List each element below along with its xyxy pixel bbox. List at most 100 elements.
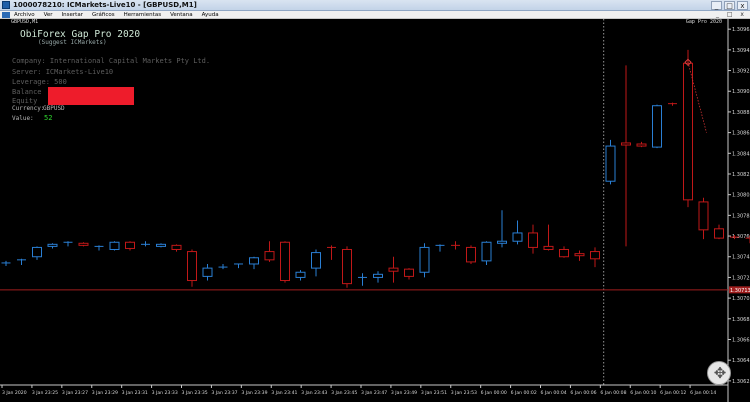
time-tick-label: 3 Jan 23:39 xyxy=(241,390,267,396)
price-tick-label: 1.30705 xyxy=(732,296,750,302)
price-tick-label: 1.30845 xyxy=(732,151,750,157)
window-title-bar[interactable]: 1000078210: ICMarkets-Live10 - [GBPUSD,M… xyxy=(0,0,750,11)
move-cross-icon: ✥ xyxy=(713,364,727,382)
chart-window-icon[interactable] xyxy=(2,11,10,18)
price-tick-label: 1.30785 xyxy=(732,213,750,219)
candle-body xyxy=(295,271,306,278)
candle-body xyxy=(109,241,120,250)
mdi-window-controls[interactable]: _ □ x xyxy=(716,11,747,19)
candle-body xyxy=(404,268,414,277)
menu-insertar[interactable]: Insertar xyxy=(62,11,83,19)
zoom-button[interactable]: ✥ xyxy=(707,361,731,385)
candle-body xyxy=(652,105,662,148)
candle-body xyxy=(621,142,631,146)
candle-body xyxy=(311,252,321,269)
candle-body xyxy=(342,248,352,285)
candle-body xyxy=(419,246,430,273)
menu-bar: Archivo Ver Insertar Gráficos Herramient… xyxy=(0,11,750,19)
candle-body xyxy=(171,244,182,250)
price-tick-label: 1.30885 xyxy=(732,110,750,116)
time-tick-label: 3 Jan 23:47 xyxy=(361,390,387,396)
menu-ayuda[interactable]: Ayuda xyxy=(202,11,219,19)
candle-body xyxy=(481,241,492,262)
candle-body xyxy=(264,251,275,261)
time-tick-label: 3 Jan 23:51 xyxy=(421,390,447,396)
price-tick-label: 1.30925 xyxy=(732,69,750,75)
price-tick-label: 1.30745 xyxy=(732,255,750,261)
candle-body xyxy=(156,243,166,247)
candle-body xyxy=(47,243,58,247)
candle-body xyxy=(714,228,724,239)
menu-herramientas[interactable]: Herramientas xyxy=(124,11,161,19)
price-tick-label: 1.30725 xyxy=(732,275,750,281)
time-tick-label: 6 Jan 00:12 xyxy=(660,390,686,396)
candle-body xyxy=(388,267,399,272)
price-tick-label: 1.30905 xyxy=(732,89,750,95)
price-tick-label: 1.30645 xyxy=(732,358,750,364)
time-tick-label: 6 Jan 00:02 xyxy=(511,390,537,396)
time-tick-label: 3 Jan 23:45 xyxy=(331,390,357,396)
window-title: 1000078210: ICMarkets-Live10 - [GBPUSD,M… xyxy=(13,1,197,9)
candle-body xyxy=(249,257,259,265)
candle-body xyxy=(125,241,135,249)
time-tick-label: 6 Jan 00:14 xyxy=(690,390,716,396)
candle-body xyxy=(466,246,476,263)
currency-label: Currency: xyxy=(12,105,45,112)
candle-body xyxy=(636,143,647,147)
candle-body xyxy=(497,240,507,244)
candle-body xyxy=(528,232,538,248)
menu-ventana[interactable]: Ventana xyxy=(170,11,193,19)
value-label: Value: xyxy=(12,115,34,122)
leverage-label: Leverage: 500 xyxy=(12,78,67,86)
price-tick-label: 1.30625 xyxy=(732,379,750,385)
time-tick-label: 6 Jan 00:08 xyxy=(600,390,626,396)
price-tick-label: 1.30665 xyxy=(732,337,750,343)
bid-price-label: 1.30713 xyxy=(730,288,750,294)
company-label: Company: International Capital Markets P… xyxy=(12,57,211,65)
time-tick-label: 3 Jan 23:29 xyxy=(92,390,118,396)
time-tick-label: 3 Jan 23:41 xyxy=(271,390,297,396)
price-tick-label: 1.30825 xyxy=(732,172,750,178)
menu-graficos[interactable]: Gráficos xyxy=(92,11,115,19)
price-tick-label: 1.30945 xyxy=(732,48,750,54)
value-number: 52 xyxy=(44,114,53,122)
candle-body xyxy=(280,241,290,282)
maximize-button[interactable]: □ xyxy=(724,1,735,10)
time-tick-label: 3 Jan 23:33 xyxy=(152,390,178,396)
candle-body xyxy=(32,246,42,258)
candle-body xyxy=(543,245,554,250)
time-tick-label: 3 Jan 23:43 xyxy=(301,390,327,396)
close-button[interactable]: x xyxy=(737,1,748,10)
balance-label: Balance xyxy=(12,88,42,96)
app-icon xyxy=(2,1,10,9)
menu-ver[interactable]: Ver xyxy=(44,11,53,19)
candle-body xyxy=(605,145,616,182)
price-tick-label: 1.30965 xyxy=(732,27,750,33)
time-tick-label: 3 Jan 23:27 xyxy=(62,390,88,396)
equity-redaction xyxy=(48,96,134,105)
candlestick-chart[interactable]: 1.30965 1.30945 1.30925 1.30905 1.30885 1.308… xyxy=(0,19,750,402)
candle-body xyxy=(512,232,523,242)
server-label: Server: ICMarkets-Live10 xyxy=(12,68,114,76)
time-tick-label: 3 Jan 23:37 xyxy=(211,390,237,396)
candle-body xyxy=(683,62,693,201)
price-tick-label: 1.30685 xyxy=(732,317,750,323)
currency-value: GBPUSD xyxy=(43,105,65,112)
indicator-label: Gap Pro 2020 xyxy=(685,19,722,25)
price-chart[interactable]: 1.30965 1.30945 1.30925 1.30905 1.30885 1.308… xyxy=(0,19,750,402)
time-tick-label: 3 Jan 23:35 xyxy=(182,390,208,396)
time-tick-label: 6 Jan 00:00 xyxy=(481,390,507,396)
candle-body xyxy=(698,201,709,231)
window-controls: _ □ x xyxy=(711,1,748,10)
menu-archivo[interactable]: Archivo xyxy=(14,11,35,19)
candle-body xyxy=(590,251,600,260)
candle-body xyxy=(574,253,585,257)
minimize-button[interactable]: _ xyxy=(711,1,722,10)
time-tick-label: 3 Jan 23:25 xyxy=(32,390,58,396)
price-tick-label: 1.30805 xyxy=(732,193,750,199)
time-tick-label: 3 Jan 23:49 xyxy=(391,390,417,396)
balance-redaction xyxy=(48,87,134,96)
candle-body xyxy=(202,267,213,277)
time-tick-label: 6 Jan 00:10 xyxy=(630,390,656,396)
time-tick-label: 6 Jan 00:06 xyxy=(570,390,596,396)
